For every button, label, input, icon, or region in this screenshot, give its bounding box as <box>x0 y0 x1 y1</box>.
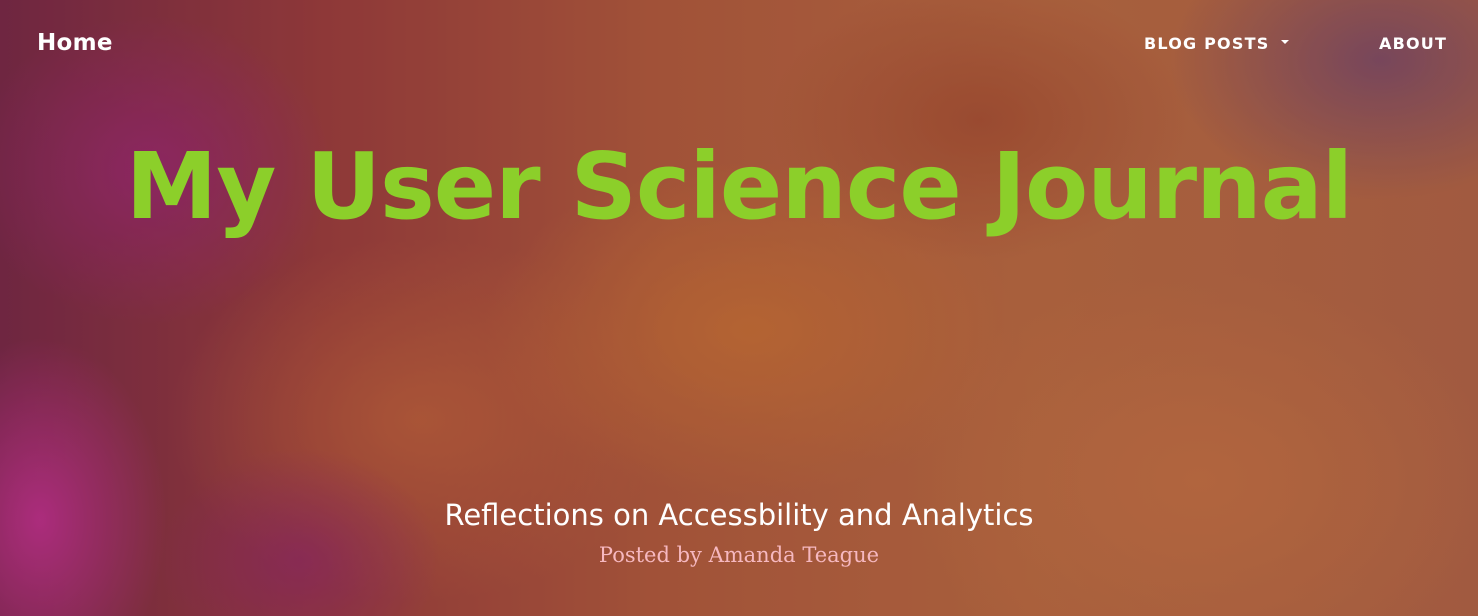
blog-posts-label: BLOG POSTS <box>1144 34 1270 53</box>
post-author: Posted by Amanda Teague <box>598 543 880 567</box>
page-subtitle: Reflections on Accessbility and Analytic… <box>444 498 1034 532</box>
caret-down-icon <box>1281 40 1290 44</box>
blog-posts-dropdown[interactable]: BLOG POSTS <box>1144 34 1290 53</box>
page-title: My User Science Journal <box>125 133 1353 240</box>
home-link[interactable]: Home <box>37 30 113 56</box>
top-navbar: Home BLOG POSTS ABOUT <box>0 0 1478 90</box>
about-link[interactable]: ABOUT <box>1379 34 1447 53</box>
